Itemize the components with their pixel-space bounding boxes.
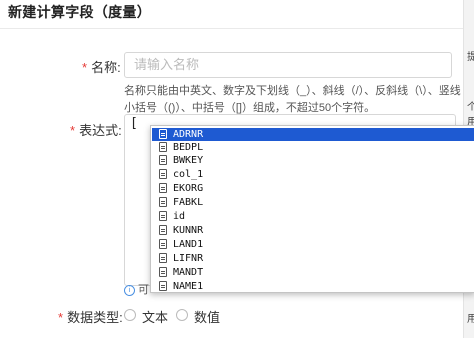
autocomplete-item[interactable]: BEDPL <box>152 141 474 154</box>
autocomplete-item-label: FABKL <box>173 197 204 208</box>
header-divider <box>0 28 463 29</box>
document-field-icon <box>159 225 167 235</box>
document-field-icon <box>159 129 167 139</box>
autocomplete-item[interactable]: EKORG <box>152 182 474 195</box>
autocomplete-item[interactable]: BWKEY <box>152 154 474 167</box>
autocomplete-item-label: id <box>173 211 186 222</box>
name-input[interactable]: 请输入名称 <box>124 52 452 78</box>
radio-number-label[interactable]: 数值 <box>194 307 220 326</box>
autocomplete-item[interactable]: KUNNR <box>152 224 474 237</box>
data-type-label: * 数据类型: <box>58 307 123 326</box>
name-hint-line1: 名称只能由中英文、数字及下划线（_）、斜线（/）、反斜线（\）、竖线（|）、 <box>124 85 474 97</box>
side-label-top: 提 <box>467 52 474 63</box>
document-field-icon <box>159 155 167 165</box>
autocomplete-item-label: LAND1 <box>173 239 204 250</box>
name-hint-line2: 小括号（()）、中括号（[]）组成，不超过50个字符。 <box>124 102 376 114</box>
expression-label-text: 表达式: <box>79 123 122 138</box>
autocomplete-item-label: MANDT <box>173 267 204 278</box>
radio-number[interactable] <box>176 309 188 321</box>
autocomplete-item[interactable]: col_1 <box>152 168 474 181</box>
data-type-label-text: 数据类型: <box>67 310 123 325</box>
name-label-text: 名称: <box>91 60 121 75</box>
autocomplete-item-label: col_1 <box>173 169 204 180</box>
document-field-icon <box>159 142 167 152</box>
dialog-title: 新建计算字段（度量） <box>8 4 151 20</box>
document-field-icon <box>159 267 167 277</box>
required-mark: * <box>70 123 76 138</box>
autocomplete-item[interactable]: FABKL <box>152 196 474 209</box>
autocomplete-item[interactable]: MANDT <box>152 266 474 279</box>
field-autocomplete-dropdown[interactable]: ADRNR BEDPL BWKEY col_1 EKORG FABKL id K… <box>150 125 474 293</box>
autocomplete-item-label: BEDPL <box>173 142 204 153</box>
expression-value: [ <box>130 116 138 131</box>
document-field-icon <box>159 239 167 249</box>
expression-label: * 表达式: <box>70 120 122 139</box>
autocomplete-item[interactable]: ADRNR <box>152 128 474 141</box>
name-label: * 名称: <box>82 57 121 76</box>
autocomplete-item-label: ADRNR <box>173 129 204 140</box>
info-icon: i <box>124 284 135 296</box>
expression-tip: i可 <box>124 281 149 297</box>
document-field-icon <box>159 211 167 221</box>
expression-tip-text: 可 <box>138 284 149 296</box>
document-field-icon <box>159 169 167 179</box>
autocomplete-item-label: BWKEY <box>173 155 204 166</box>
document-field-icon <box>159 253 167 263</box>
required-mark: * <box>58 310 64 325</box>
document-field-icon <box>159 183 167 193</box>
radio-text[interactable] <box>124 309 136 321</box>
required-mark: * <box>82 60 88 75</box>
autocomplete-item-label: KUNNR <box>173 225 204 236</box>
radio-text-label[interactable]: 文本 <box>142 307 168 326</box>
side-label-bottom: 用 <box>467 314 474 325</box>
autocomplete-item[interactable]: NAME1 <box>152 280 474 292</box>
document-field-icon <box>159 281 167 291</box>
autocomplete-item[interactable]: id <box>152 210 474 223</box>
autocomplete-item[interactable]: LAND1 <box>152 238 474 251</box>
document-field-icon <box>159 197 167 207</box>
autocomplete-item-label: LIFNR <box>173 253 204 264</box>
side-label-mid1: 个 <box>467 102 474 113</box>
autocomplete-item-label: EKORG <box>173 183 204 194</box>
autocomplete-item[interactable]: LIFNR <box>152 252 474 265</box>
autocomplete-item-label: NAME1 <box>173 281 204 292</box>
